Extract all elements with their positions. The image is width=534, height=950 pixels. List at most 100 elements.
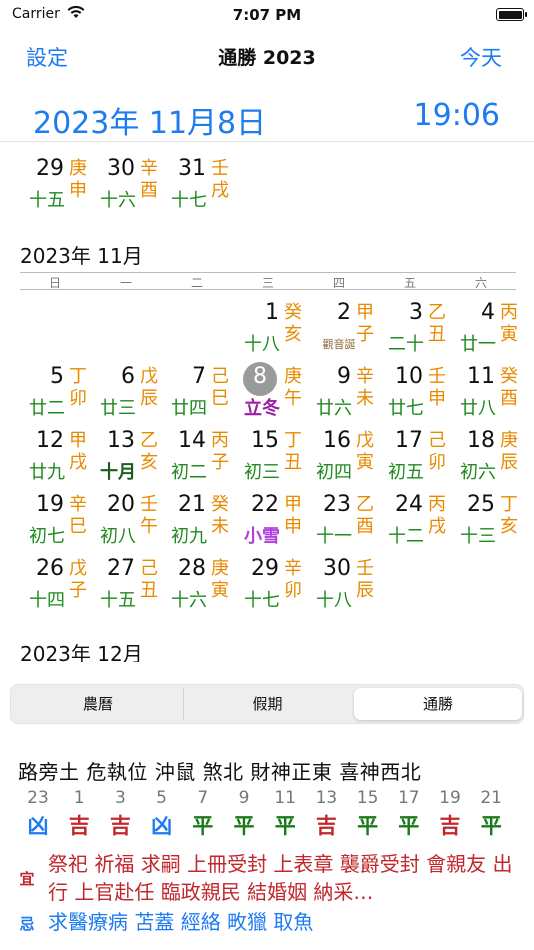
ganzhi-label: 辛巳 bbox=[69, 494, 87, 537]
day-number: 27 bbox=[107, 556, 135, 581]
day-cell[interactable]: 9 廿六 辛未 bbox=[307, 364, 381, 426]
lunar-date: 二十 bbox=[388, 334, 424, 355]
day-number: 9 bbox=[337, 364, 351, 389]
hour-label: 21 bbox=[480, 788, 502, 808]
day-cell[interactable]: 24 十二 丙戌 bbox=[379, 492, 453, 554]
lunar-date: 廿四 bbox=[171, 398, 207, 419]
day-cell[interactable]: 14 初二 丙子 bbox=[162, 428, 236, 490]
weekday-label: 日 bbox=[48, 276, 61, 290]
day-cell[interactable]: 26 十四 戊子 bbox=[20, 556, 94, 618]
segment-almanac[interactable]: 通勝 bbox=[354, 688, 522, 720]
lunar-date: 初五 bbox=[388, 462, 424, 483]
day-cell[interactable]: 19 初七 辛巳 bbox=[20, 492, 94, 554]
lunar-date: 初八 bbox=[100, 526, 136, 547]
day-number: 29 bbox=[251, 556, 279, 581]
day-number: 17 bbox=[395, 428, 423, 453]
day-cell[interactable]: 17 初五 己卯 bbox=[379, 428, 453, 490]
lunar-date: 十二 bbox=[388, 526, 424, 547]
day-cell[interactable]: 22 小雪 甲申 bbox=[235, 492, 309, 554]
ganzhi-label: 庚午 bbox=[284, 366, 302, 409]
day-cell[interactable]: 25 十三 丁亥 bbox=[451, 492, 525, 554]
lunar-date: 十四 bbox=[29, 590, 65, 611]
segment-lunar[interactable]: 農曆 bbox=[14, 688, 182, 720]
day-cell[interactable]: 27 十五 己丑 bbox=[91, 556, 165, 618]
day-cell[interactable]: 21 初九 癸未 bbox=[162, 492, 236, 554]
current-date[interactable]: 2023年 11月8日 bbox=[33, 98, 266, 142]
day-cell[interactable]: 16 初四 戊寅 bbox=[307, 428, 381, 490]
weekday-label: 三 bbox=[261, 276, 274, 290]
day-cell[interactable]: 1 十八 癸亥 bbox=[235, 300, 309, 362]
lunar-date: 十八 bbox=[244, 334, 280, 355]
hour-fortune: 平 bbox=[192, 814, 214, 838]
day-cell[interactable]: 23 十一 乙酉 bbox=[307, 492, 381, 554]
day-cell[interactable]: 4 廿一 丙寅 bbox=[451, 300, 525, 362]
day-cell[interactable]: 13 十月 乙亥 bbox=[91, 428, 165, 490]
hour-fortune: 吉 bbox=[439, 814, 461, 838]
weekday-label: 五 bbox=[403, 276, 416, 290]
day-cell[interactable]: 30 十六 辛酉 bbox=[91, 156, 165, 218]
view-segmented-control[interactable]: 農曆 假期 通勝 bbox=[10, 684, 524, 724]
ganzhi-label: 癸未 bbox=[211, 494, 229, 537]
day-cell[interactable]: 6 廿三 戊辰 bbox=[91, 364, 165, 426]
hour-fortune-item: 7平 bbox=[183, 788, 223, 840]
hour-fortune: 凶 bbox=[27, 814, 49, 838]
hour-fortune: 平 bbox=[357, 814, 379, 838]
day-cell[interactable]: 12 廿九 甲戌 bbox=[20, 428, 94, 490]
ganzhi-label: 壬午 bbox=[140, 494, 158, 537]
day-cell[interactable]: 15 初三 丁丑 bbox=[235, 428, 309, 490]
ganzhi-label: 辛未 bbox=[356, 366, 374, 409]
lunar-date: 廿二 bbox=[29, 398, 65, 419]
current-date-bar[interactable]: 2023年 11月8日 19:06 bbox=[0, 96, 534, 142]
day-number: 4 bbox=[481, 300, 495, 325]
hour-label: 13 bbox=[315, 788, 338, 808]
ganzhi-label: 壬申 bbox=[428, 366, 446, 409]
lunar-date: 十六 bbox=[171, 590, 207, 611]
hour-fortune-item: 23 凶 bbox=[18, 788, 58, 840]
day-number: 28 bbox=[178, 556, 206, 581]
almanac-info-line: 路旁土 危執位 沖鼠 煞北 財神正東 喜神西北 bbox=[18, 760, 422, 784]
day-number: 5 bbox=[50, 364, 64, 389]
hour-fortune: 凶 bbox=[151, 814, 173, 838]
day-cell[interactable]: 29 十五 庚申 bbox=[20, 156, 94, 218]
day-number: 15 bbox=[251, 428, 279, 453]
day-number: 25 bbox=[467, 492, 495, 517]
ganzhi-label: 乙丑 bbox=[428, 302, 446, 345]
day-cell[interactable]: 20 初八 壬午 bbox=[91, 492, 165, 554]
hour-fortune: 平 bbox=[274, 814, 296, 838]
ganzhi-label: 庚寅 bbox=[211, 558, 229, 601]
day-cell[interactable]: 31 十七 壬戌 bbox=[162, 156, 236, 218]
day-cell[interactable]: 28 十六 庚寅 bbox=[162, 556, 236, 618]
lunar-date: 初九 bbox=[171, 526, 207, 547]
ganzhi-label: 壬戌 bbox=[211, 158, 229, 201]
day-cell[interactable]: 10 廿七 壬申 bbox=[379, 364, 453, 426]
lunar-date: 十五 bbox=[29, 190, 65, 211]
day-number: 3 bbox=[409, 300, 423, 325]
hour-label: 7 bbox=[197, 788, 209, 808]
current-time[interactable]: 19:06 bbox=[414, 98, 500, 133]
day-cell[interactable]: 11 廿八 癸酉 bbox=[451, 364, 525, 426]
calendar-scroll[interactable]: 2023年 11月 日一二三四五六 2023年 12月 29 十五 庚申 30 十六 辛酉… bbox=[0, 142, 534, 662]
today-button[interactable]: 今天 bbox=[460, 42, 502, 72]
lunar-date: 初二 bbox=[171, 462, 207, 483]
ganzhi-label: 庚辰 bbox=[500, 430, 518, 473]
day-number: 26 bbox=[36, 556, 64, 581]
lunar-date: 廿六 bbox=[316, 398, 352, 419]
lunar-date: 廿八 bbox=[460, 398, 496, 419]
ganzhi-label: 丙子 bbox=[211, 430, 229, 473]
day-cell[interactable]: 5 廿二 丁卯 bbox=[20, 364, 94, 426]
weekday-label: 四 bbox=[332, 276, 345, 290]
day-cell[interactable]: 3 二十 乙丑 bbox=[379, 300, 453, 362]
day-cell[interactable]: 8 立冬 庚午 bbox=[235, 362, 309, 426]
status-bar: Carrier 7:07 PM bbox=[0, 0, 534, 30]
segment-holidays[interactable]: 假期 bbox=[183, 688, 351, 720]
ganzhi-label: 丁亥 bbox=[500, 494, 518, 537]
day-number: 29 bbox=[36, 156, 64, 181]
ganzhi-label: 己卯 bbox=[428, 430, 446, 473]
day-cell[interactable]: 30 十八 壬辰 bbox=[307, 556, 381, 618]
day-cell[interactable]: 18 初六 庚辰 bbox=[451, 428, 525, 490]
avoid-text: 求醫療病 苫蓋 經絡 畋獵 取魚 bbox=[48, 910, 314, 934]
day-cell[interactable]: 2 觀音誕 甲子 bbox=[307, 300, 381, 362]
day-cell[interactable]: 7 廿四 己巳 bbox=[162, 364, 236, 426]
day-cell[interactable]: 29 十七 辛卯 bbox=[235, 556, 309, 618]
day-number: 2 bbox=[337, 300, 351, 325]
